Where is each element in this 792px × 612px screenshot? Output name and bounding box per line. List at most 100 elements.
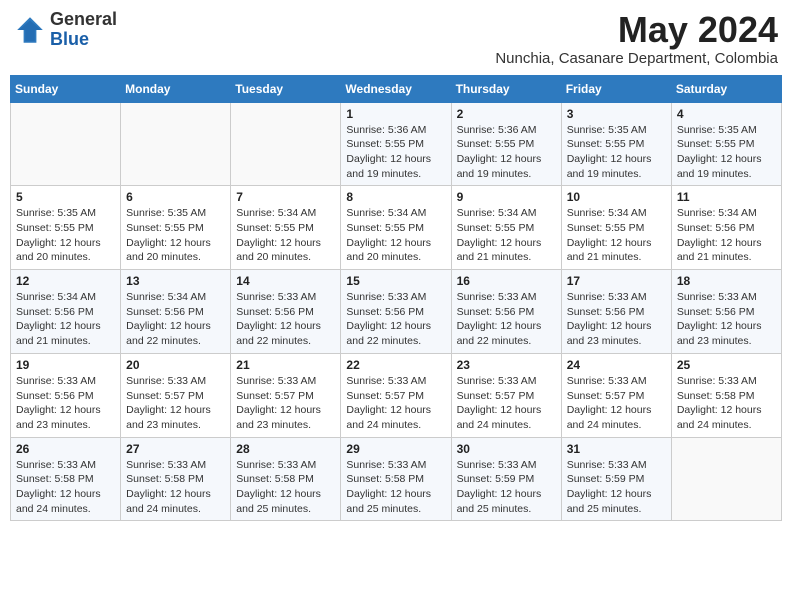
calendar-cell: 12 Sunrise: 5:34 AM Sunset: 5:56 PM Dayli… [11, 270, 121, 354]
calendar-cell: 15Sunrise: 5:33 AM Sunset: 5:56 PM Dayli… [341, 270, 451, 354]
calendar-header: SundayMondayTuesdayWednesdayThursdayFrid… [11, 75, 782, 102]
day-info: Sunrise: 5:35 AM Sunset: 5:55 PM Dayligh… [567, 123, 666, 182]
day-info: Sunrise: 5:34 AM Sunset: 5:56 PM Dayligh… [677, 206, 776, 265]
week-row-4: 19 Sunrise: 5:33 AM Sunset: 5:56 PM Dayli… [11, 353, 782, 437]
calendar-table: SundayMondayTuesdayWednesdayThursdayFrid… [10, 75, 782, 522]
calendar-cell: 28Sunrise: 5:33 AM Sunset: 5:58 PM Dayli… [231, 437, 341, 521]
day-header-saturday: Saturday [671, 75, 781, 102]
day-number: 5 [16, 190, 115, 204]
day-number: 7 [236, 190, 335, 204]
day-number: 12 [16, 274, 115, 288]
title-section: May 2024 Nunchia, Casanare Department, C… [495, 10, 778, 67]
day-number: 18 [677, 274, 776, 288]
logo-blue-text: Blue [50, 30, 117, 50]
day-number: 24 [567, 358, 666, 372]
logo-icon [14, 14, 46, 46]
day-number: 17 [567, 274, 666, 288]
day-number: 14 [236, 274, 335, 288]
logo: General Blue [14, 10, 117, 50]
calendar-cell: 22Sunrise: 5:33 AM Sunset: 5:57 PM Dayli… [341, 353, 451, 437]
day-header-tuesday: Tuesday [231, 75, 341, 102]
day-number: 4 [677, 107, 776, 121]
day-number: 28 [236, 442, 335, 456]
calendar-cell: 27 Sunrise: 5:33 AM Sunset: 5:58 PM Dayli… [121, 437, 231, 521]
calendar-cell: 25Sunrise: 5:33 AM Sunset: 5:58 PM Dayli… [671, 353, 781, 437]
day-header-wednesday: Wednesday [341, 75, 451, 102]
day-info: Sunrise: 5:34 AM Sunset: 5:55 PM Dayligh… [567, 206, 666, 265]
calendar-cell: 2 Sunrise: 5:36 AM Sunset: 5:55 PM Daylig… [451, 102, 561, 186]
week-row-3: 12 Sunrise: 5:34 AM Sunset: 5:56 PM Dayli… [11, 270, 782, 354]
page-header: General Blue May 2024 Nunchia, Casanare … [10, 10, 782, 67]
calendar-cell: 26 Sunrise: 5:33 AM Sunset: 5:58 PM Dayli… [11, 437, 121, 521]
day-number: 13 [126, 274, 225, 288]
calendar-cell: 9Sunrise: 5:34 AM Sunset: 5:55 PM Daylig… [451, 186, 561, 270]
day-info: Sunrise: 5:33 AM Sunset: 5:58 PM Dayligh… [346, 458, 445, 517]
calendar-cell [671, 437, 781, 521]
day-info: Sunrise: 5:35 AM Sunset: 5:55 PM Dayligh… [126, 206, 225, 265]
day-number: 6 [126, 190, 225, 204]
day-number: 26 [16, 442, 115, 456]
calendar-cell: 7Sunrise: 5:34 AM Sunset: 5:55 PM Daylig… [231, 186, 341, 270]
day-info: Sunrise: 5:34 AM Sunset: 5:55 PM Dayligh… [346, 206, 445, 265]
day-number: 25 [677, 358, 776, 372]
calendar-cell: 3 Sunrise: 5:35 AM Sunset: 5:55 PM Daylig… [561, 102, 671, 186]
calendar-cell [11, 102, 121, 186]
day-info: Sunrise: 5:33 AM Sunset: 5:56 PM Dayligh… [567, 290, 666, 349]
day-info: Sunrise: 5:36 AM Sunset: 5:55 PM Dayligh… [457, 123, 556, 182]
day-info: Sunrise: 5:33 AM Sunset: 5:57 PM Dayligh… [126, 374, 225, 433]
calendar-cell: 4Sunrise: 5:35 AM Sunset: 5:55 PM Daylig… [671, 102, 781, 186]
day-info: Sunrise: 5:36 AM Sunset: 5:55 PM Dayligh… [346, 123, 445, 182]
calendar-cell: 14 Sunrise: 5:33 AM Sunset: 5:56 PM Dayli… [231, 270, 341, 354]
day-info: Sunrise: 5:33 AM Sunset: 5:57 PM Dayligh… [567, 374, 666, 433]
week-row-1: 1 Sunrise: 5:36 AM Sunset: 5:55 PM Daylig… [11, 102, 782, 186]
day-header-thursday: Thursday [451, 75, 561, 102]
calendar-cell: 1 Sunrise: 5:36 AM Sunset: 5:55 PM Daylig… [341, 102, 451, 186]
day-info: Sunrise: 5:33 AM Sunset: 5:58 PM Dayligh… [16, 458, 115, 517]
calendar-cell [121, 102, 231, 186]
day-info: Sunrise: 5:33 AM Sunset: 5:59 PM Dayligh… [457, 458, 556, 517]
week-row-5: 26 Sunrise: 5:33 AM Sunset: 5:58 PM Dayli… [11, 437, 782, 521]
day-info: Sunrise: 5:33 AM Sunset: 5:56 PM Dayligh… [236, 290, 335, 349]
calendar-cell: 5Sunrise: 5:35 AM Sunset: 5:55 PM Daylig… [11, 186, 121, 270]
day-number: 11 [677, 190, 776, 204]
day-number: 15 [346, 274, 445, 288]
calendar-cell: 23 Sunrise: 5:33 AM Sunset: 5:57 PM Dayli… [451, 353, 561, 437]
day-number: 30 [457, 442, 556, 456]
day-info: Sunrise: 5:33 AM Sunset: 5:56 PM Dayligh… [16, 374, 115, 433]
day-number: 20 [126, 358, 225, 372]
day-number: 29 [346, 442, 445, 456]
calendar-cell: 24 Sunrise: 5:33 AM Sunset: 5:57 PM Dayli… [561, 353, 671, 437]
day-info: Sunrise: 5:34 AM Sunset: 5:56 PM Dayligh… [126, 290, 225, 349]
calendar-cell: 31 Sunrise: 5:33 AM Sunset: 5:59 PM Dayli… [561, 437, 671, 521]
day-info: Sunrise: 5:33 AM Sunset: 5:56 PM Dayligh… [457, 290, 556, 349]
day-number: 21 [236, 358, 335, 372]
logo-general-text: General [50, 10, 117, 30]
month-year-title: May 2024 [495, 10, 778, 50]
day-info: Sunrise: 5:33 AM Sunset: 5:59 PM Dayligh… [567, 458, 666, 517]
calendar-cell: 30 Sunrise: 5:33 AM Sunset: 5:59 PM Dayli… [451, 437, 561, 521]
day-number: 16 [457, 274, 556, 288]
day-info: Sunrise: 5:33 AM Sunset: 5:57 PM Dayligh… [457, 374, 556, 433]
day-header-monday: Monday [121, 75, 231, 102]
day-number: 3 [567, 107, 666, 121]
day-number: 31 [567, 442, 666, 456]
day-header-friday: Friday [561, 75, 671, 102]
calendar-cell: 6 Sunrise: 5:35 AM Sunset: 5:55 PM Daylig… [121, 186, 231, 270]
day-info: Sunrise: 5:33 AM Sunset: 5:57 PM Dayligh… [346, 374, 445, 433]
day-number: 27 [126, 442, 225, 456]
calendar-cell: 21Sunrise: 5:33 AM Sunset: 5:57 PM Dayli… [231, 353, 341, 437]
calendar-cell: 16 Sunrise: 5:33 AM Sunset: 5:56 PM Dayli… [451, 270, 561, 354]
day-number: 19 [16, 358, 115, 372]
day-number: 1 [346, 107, 445, 121]
day-number: 10 [567, 190, 666, 204]
day-number: 2 [457, 107, 556, 121]
day-header-sunday: Sunday [11, 75, 121, 102]
calendar-cell: 13 Sunrise: 5:34 AM Sunset: 5:56 PM Dayli… [121, 270, 231, 354]
days-of-week-row: SundayMondayTuesdayWednesdayThursdayFrid… [11, 75, 782, 102]
calendar-cell: 17 Sunrise: 5:33 AM Sunset: 5:56 PM Dayli… [561, 270, 671, 354]
day-info: Sunrise: 5:34 AM Sunset: 5:56 PM Dayligh… [16, 290, 115, 349]
day-info: Sunrise: 5:33 AM Sunset: 5:58 PM Dayligh… [126, 458, 225, 517]
day-number: 23 [457, 358, 556, 372]
calendar-cell: 10 Sunrise: 5:34 AM Sunset: 5:55 PM Dayli… [561, 186, 671, 270]
day-number: 8 [346, 190, 445, 204]
